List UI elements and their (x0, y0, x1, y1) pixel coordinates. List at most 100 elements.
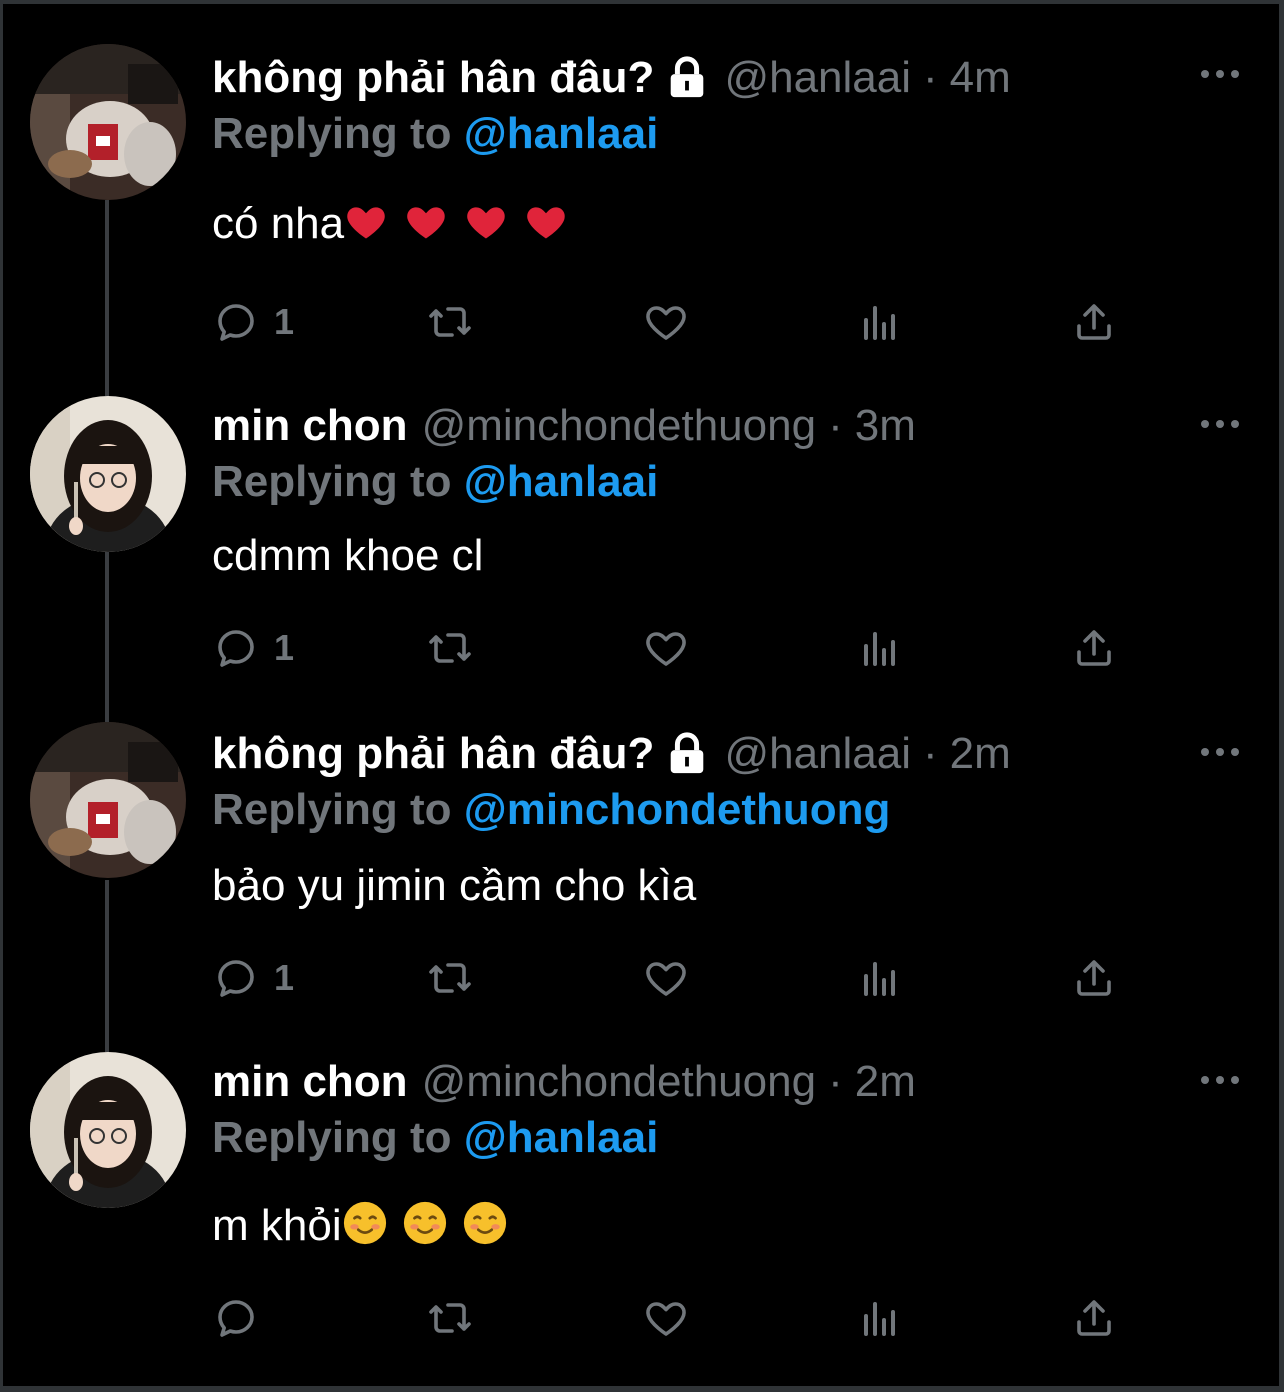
retweet-button[interactable] (426, 296, 474, 348)
retweet-button[interactable] (426, 952, 474, 1004)
frame-border-left (0, 0, 3, 1392)
share-icon (1077, 630, 1111, 666)
red-heart-icon (527, 207, 565, 239)
tweet-text-content: có nha (212, 199, 345, 248)
replying-to-handle[interactable]: @hanlaai (464, 109, 659, 158)
tweet-text: có nha (212, 194, 584, 254)
frame-border-bottom (0, 1386, 1284, 1392)
retweet-button[interactable] (426, 1292, 474, 1344)
analytics-icon (864, 632, 895, 666)
thread-connector (105, 552, 109, 722)
tweet-text-content: m khỏi (212, 1201, 342, 1250)
like-button[interactable] (642, 952, 690, 1004)
user-handle[interactable]: @hanlaai (724, 724, 911, 784)
replying-to: Replying to @hanlaai (212, 1108, 658, 1168)
replying-to-label: Replying to (212, 1113, 452, 1162)
timestamp[interactable]: 4m (950, 48, 1011, 108)
like-button[interactable] (642, 296, 690, 348)
thread-screen: không phải hân đâu? @hanlaai · 4m Replyi… (0, 0, 1284, 1392)
timestamp[interactable]: 2m (950, 724, 1011, 784)
more-icon[interactable] (1196, 1068, 1244, 1092)
thread-connector (105, 200, 109, 396)
views-button[interactable] (856, 952, 904, 1004)
avatar[interactable] (30, 722, 186, 878)
more-icon[interactable] (1196, 62, 1244, 86)
red-heart-icon (347, 207, 385, 239)
reply-button[interactable]: 1 (212, 296, 294, 348)
thread-connector (105, 880, 109, 1052)
share-button[interactable] (1070, 296, 1118, 348)
hanlaai-avatar (30, 722, 186, 878)
share-button[interactable] (1070, 952, 1118, 1004)
retweet-button[interactable] (426, 622, 474, 674)
reply-button[interactable]: 1 (212, 622, 294, 674)
separator-dot: · (828, 401, 843, 450)
timestamp[interactable]: 2m (855, 1052, 916, 1112)
avatar[interactable] (30, 44, 186, 200)
replying-to: Replying to @minchondethuong (212, 780, 890, 840)
analytics-icon (864, 306, 895, 340)
display-name[interactable]: không phải hân đâu? (212, 48, 654, 108)
retweet-icon (429, 633, 471, 663)
share-icon (1077, 1300, 1111, 1336)
replying-to-handle[interactable]: @hanlaai (464, 457, 659, 506)
replying-to-label: Replying to (212, 785, 452, 834)
analytics-icon (864, 962, 895, 996)
reply-count: 1 (274, 627, 295, 668)
like-button[interactable] (642, 622, 690, 674)
smiling-face-icon (343, 1201, 386, 1245)
user-handle[interactable]: @minchondethuong (422, 396, 817, 456)
more-icon[interactable] (1196, 412, 1244, 436)
views-button[interactable] (856, 622, 904, 674)
tweet-text: bảo yu jimin cầm cho kìa (212, 856, 696, 916)
timestamp[interactable]: 3m (855, 396, 916, 456)
avatar[interactable] (30, 396, 186, 552)
tweet-text-content: cdmm khoe cl (212, 531, 484, 580)
replying-to-handle[interactable]: @hanlaai (464, 1113, 659, 1162)
reply-icon (218, 630, 254, 667)
reply-button[interactable] (212, 1292, 274, 1344)
tweet-actions: 1 (212, 952, 1132, 1004)
replying-to: Replying to @hanlaai (212, 452, 658, 512)
tweet-actions (212, 1292, 1132, 1344)
frame-border-right (1279, 0, 1284, 1392)
reply-button[interactable]: 1 (212, 952, 294, 1004)
replying-to-handle[interactable]: @minchondethuong (464, 785, 891, 834)
replying-to-label: Replying to (212, 109, 452, 158)
retweet-icon (429, 963, 471, 993)
avatar[interactable] (30, 1052, 186, 1208)
lock-icon (671, 732, 704, 774)
tweet-text: m khỏi (212, 1196, 522, 1256)
replying-to: Replying to @hanlaai (212, 104, 658, 164)
views-button[interactable] (856, 296, 904, 348)
reply-icon (218, 1300, 254, 1337)
display-name[interactable]: min chon (212, 1052, 408, 1112)
retweet-icon (429, 307, 471, 337)
minchon-avatar (30, 396, 186, 552)
share-button[interactable] (1070, 1292, 1118, 1344)
replying-to-label: Replying to (212, 457, 452, 506)
user-handle[interactable]: @hanlaai (724, 48, 911, 108)
like-button[interactable] (642, 1292, 690, 1344)
tweet-text: cdmm khoe cl (212, 526, 483, 586)
red-heart-icon (407, 207, 445, 239)
more-icon[interactable] (1196, 740, 1244, 764)
tweet-header: không phải hân đâu? @hanlaai · 4m (212, 48, 1011, 108)
tweet-actions: 1 (212, 296, 1132, 348)
display-name[interactable]: không phải hân đâu? (212, 724, 654, 784)
hanlaai-avatar (30, 44, 186, 200)
retweet-icon (429, 1303, 471, 1333)
red-heart-icon (467, 207, 505, 239)
share-button[interactable] (1070, 622, 1118, 674)
separator-dot: · (923, 729, 938, 778)
user-handle[interactable]: @minchondethuong (422, 1052, 817, 1112)
views-button[interactable] (856, 1292, 904, 1344)
tweet-header: min chon @minchondethuong · 2m (212, 1052, 916, 1112)
lock-icon (671, 56, 704, 98)
smiling-face-icon (463, 1201, 506, 1245)
heart-icon (646, 1302, 686, 1336)
share-icon (1077, 960, 1111, 996)
reply-count: 1 (274, 957, 295, 998)
display-name[interactable]: min chon (212, 396, 408, 456)
share-icon (1077, 304, 1111, 340)
